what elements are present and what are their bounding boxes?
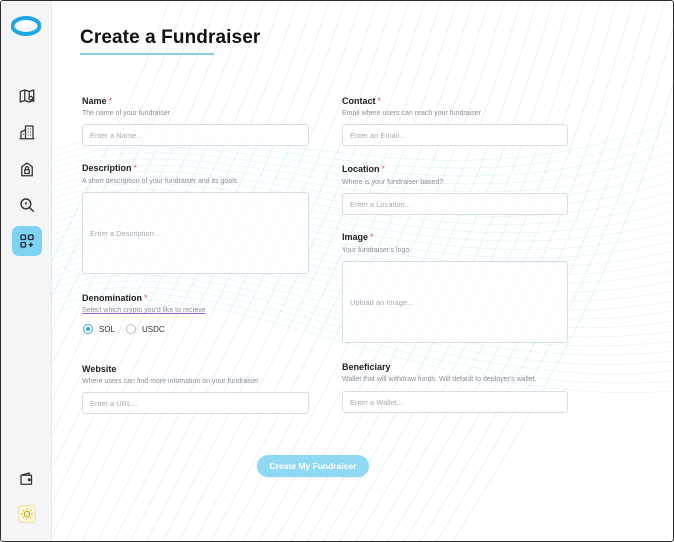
app-logo[interactable]	[11, 15, 41, 37]
description-placeholder: Enter a Description...	[90, 228, 161, 238]
radio-sol-label: SOL	[99, 324, 116, 334]
radio-sol-indicator[interactable]	[83, 324, 93, 334]
sidebar-item-home[interactable]	[12, 154, 42, 184]
website-label: Website	[82, 364, 117, 374]
image-upload-placeholder: Upload an Image...	[350, 297, 414, 307]
location-label: Location *	[342, 164, 386, 174]
website-input[interactable]: Enter a URL...	[82, 392, 309, 414]
contact-hint: Email where users can reach your fundrai…	[342, 110, 481, 117]
radio-usdc-indicator[interactable]	[126, 324, 136, 334]
main-content: Create a Fundraiser Name * The name of yo…	[52, 1, 673, 541]
sidebar-item-create[interactable]	[12, 226, 42, 256]
beneficiary-label: Beneficiary	[342, 362, 391, 372]
search-icon	[20, 198, 35, 213]
radio-sol[interactable]: SOL	[83, 324, 115, 334]
name-input[interactable]: Enter a Name...	[82, 124, 309, 146]
sidebar-item-search[interactable]	[12, 190, 42, 220]
buildings-icon	[19, 125, 35, 140]
apps-add-icon	[20, 234, 34, 248]
location-input[interactable]: Enter a Location...	[342, 193, 568, 215]
sidebar	[1, 1, 52, 541]
contact-label: Contact *	[342, 96, 382, 106]
description-hint: A short description of your fundraiser a…	[82, 178, 238, 185]
sidebar-item-buildings[interactable]	[12, 117, 42, 147]
denomination-hint: Select which crypto you'd like to reciev…	[82, 307, 206, 314]
map-icon	[19, 89, 35, 103]
website-hint: Where users can find more infomation on …	[82, 378, 259, 385]
name-input-placeholder: Enter a Name...	[90, 130, 143, 140]
contact-input-placeholder: Enter an Email...	[350, 130, 406, 140]
name-hint: The name of your fundraiser	[82, 110, 170, 117]
wallet-icon	[20, 472, 33, 485]
home-lock-icon	[21, 162, 33, 177]
create-fundraiser-button[interactable]: Create My Fundraiser	[257, 455, 369, 477]
title-underline	[80, 53, 214, 55]
location-input-placeholder: Enter a Location...	[350, 199, 411, 209]
page-title: Create a Fundraiser	[80, 27, 261, 48]
image-hint: Your fundraiser's logo.	[342, 247, 412, 254]
theme-toggle-button[interactable]	[15, 502, 39, 526]
description-textarea[interactable]: Enter a Description...	[82, 192, 309, 274]
beneficiary-hint: Wallet that will withdraw funds. Will de…	[342, 376, 537, 383]
sidebar-item-wallet[interactable]	[12, 464, 42, 494]
image-upload-area[interactable]: Upload an Image...	[342, 261, 568, 343]
website-input-placeholder: Enter a URL...	[90, 398, 138, 408]
beneficiary-input-placeholder: Enter a Wallet...	[350, 397, 404, 407]
description-label: Description *	[82, 163, 138, 173]
app-window: Create a Fundraiser Name * The name of yo…	[0, 0, 674, 542]
radio-usdc-label: USDC	[142, 324, 165, 334]
radio-usdc[interactable]: USDC	[126, 324, 165, 334]
name-label: Name *	[82, 96, 113, 106]
sidebar-item-map[interactable]	[12, 81, 42, 111]
contact-input[interactable]: Enter an Email...	[342, 124, 568, 146]
location-hint: Where is your fundraiser based?	[342, 179, 444, 186]
sun-icon	[18, 505, 36, 523]
beneficiary-input[interactable]: Enter a Wallet...	[342, 391, 568, 413]
denomination-label: Denomination *	[82, 293, 148, 303]
image-label: Image *	[342, 232, 374, 242]
